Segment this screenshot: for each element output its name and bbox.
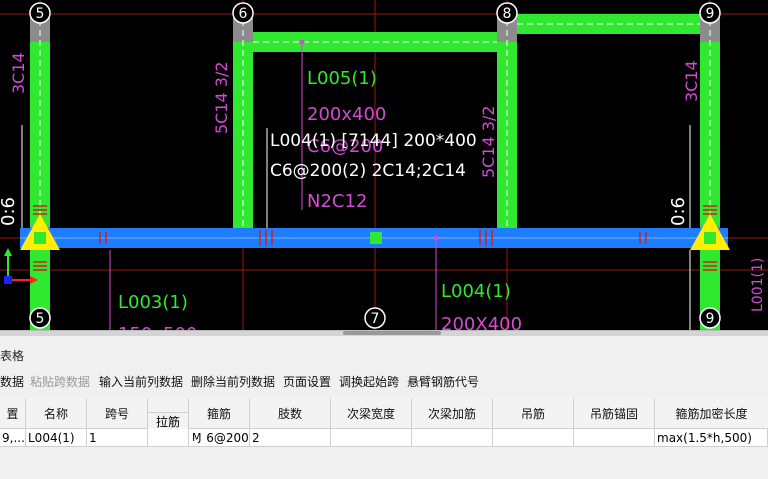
toolbar-item-page-setup[interactable]: 页面设置 xyxy=(283,372,331,392)
toolbar-item-input-column[interactable]: 输入当前列数据 xyxy=(99,372,183,392)
rebar-text-left: 3C14 xyxy=(9,52,28,94)
beam-size-l005: 200x400 xyxy=(307,104,386,125)
toolbar-item-delete-column[interactable]: 删除当前列数据 xyxy=(191,372,275,392)
col-header-blank xyxy=(148,398,189,412)
cell-legs[interactable]: 2 xyxy=(250,429,331,447)
col-header-span[interactable]: 跨号 xyxy=(87,398,148,429)
col-header-secondary-rebar[interactable]: 次梁加筋 xyxy=(412,398,493,429)
table-toolbar: 数据 粘贴跨数据 输入当前列数据 删除当前列数据 页面设置 调换起始跨 悬臂钢筋… xyxy=(0,372,768,392)
rebar-text-col8: 5C14 3/2 xyxy=(479,105,498,178)
col-header-legs[interactable]: 肢数 xyxy=(250,398,331,429)
axis-label-6-top: 6 xyxy=(239,6,248,22)
cell-position[interactable]: 9,... xyxy=(0,429,26,447)
cell-hanger-anchor[interactable] xyxy=(574,429,655,447)
col-header-tie[interactable]: 拉筋 xyxy=(148,412,189,429)
axis-label-8-top: 8 xyxy=(503,6,512,22)
col-header-secondary-width[interactable]: 次梁宽度 xyxy=(331,398,412,429)
cell-secondary-rebar[interactable] xyxy=(412,429,493,447)
col-header-dense-length[interactable]: 箍筋加密长度 xyxy=(655,398,768,429)
cell-span[interactable]: 1 xyxy=(87,429,148,447)
leader-lines xyxy=(109,39,439,330)
cad-drawing-canvas[interactable]: 5 6 8 9 5 7 9 L005(1) L004(1) L003(1) 20… xyxy=(0,0,768,330)
axis-label-9-top: 9 xyxy=(706,6,715,22)
tooltip-line-2: C6@200(2) 2C14;2C14 xyxy=(270,161,466,181)
rebar-grade-icon: Ɱ xyxy=(192,431,202,444)
splitter-grip[interactable] xyxy=(343,331,441,335)
cell-name[interactable]: L004(1) xyxy=(26,429,87,447)
beam-grip-center xyxy=(370,232,382,244)
axis-label-9-bottom: 9 xyxy=(706,311,715,327)
cell-hanger[interactable] xyxy=(493,429,574,447)
col-header-name[interactable]: 名称 xyxy=(26,398,87,429)
cad-drawing: 5 6 8 9 5 7 9 L005(1) L004(1) L003(1) 20… xyxy=(0,0,768,330)
col-header-position[interactable]: 置 xyxy=(0,398,26,429)
beam-table: 置 名称 跨号 拉筋 箍筋 肢数 次梁宽度 次梁加筋 吊筋 吊筋锚固 箍筋加密长… xyxy=(0,398,768,447)
cell-dense-length[interactable]: max(1.5*h,500) xyxy=(655,429,768,447)
axis-label-5-bottom: 5 xyxy=(36,311,45,327)
toolbar-item-swap-start-span[interactable]: 调换起始跨 xyxy=(339,372,399,392)
rebar-text-col6: 5C14 3/2 xyxy=(212,61,231,134)
cell-secondary-width[interactable] xyxy=(331,429,412,447)
panel-title: 表格 xyxy=(0,349,25,363)
beam-bottom-l005: N2C12 xyxy=(307,191,367,212)
beam-size-l004: 200X400 xyxy=(441,314,522,330)
toolbar-item-paste-span[interactable]: 粘贴跨数据 xyxy=(30,372,90,392)
col-header-stirrup[interactable]: 箍筋 xyxy=(189,398,250,429)
toolbar-item-cantilever-code[interactable]: 悬臂钢筋代号 xyxy=(407,372,479,392)
axis-label-7-bottom: 7 xyxy=(371,311,380,327)
col-header-hanger-anchor[interactable]: 吊筋锚固 xyxy=(574,398,655,429)
beam-label-l005: L005(1) xyxy=(307,68,377,89)
rebar-text-right: 3C14 xyxy=(682,60,701,102)
cell-tie[interactable] xyxy=(148,429,189,447)
toolbar-item-data[interactable]: 数据 xyxy=(0,372,24,392)
side-label-right: 0:6 xyxy=(668,197,689,226)
side-label-left: 0:6 xyxy=(0,197,19,226)
beam-table-panel: 表格 数据 粘贴跨数据 输入当前列数据 删除当前列数据 页面设置 调换起始跨 悬… xyxy=(0,336,768,479)
cell-stirrup[interactable]: Ɱ 6@200( xyxy=(189,429,250,447)
beam-label-l004: L004(1) xyxy=(441,281,511,302)
beam-label-l001-partial: L001(1) xyxy=(750,258,766,312)
axis-label-5-top: 5 xyxy=(36,6,45,22)
beam-label-l003: L003(1) xyxy=(118,292,188,313)
tooltip-line-1: L004(1) [7144] 200*400 xyxy=(270,131,477,151)
col-header-hanger[interactable]: 吊筋 xyxy=(493,398,574,429)
